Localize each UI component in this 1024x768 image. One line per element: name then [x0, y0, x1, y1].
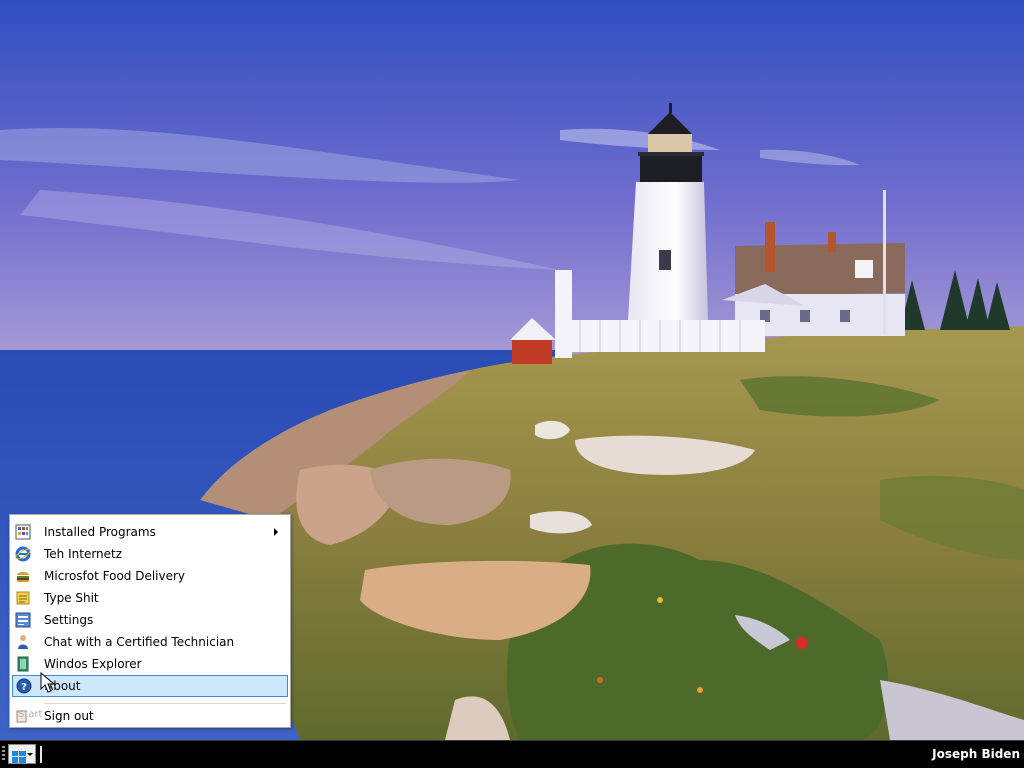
menu-item-label: Type Shit: [44, 591, 99, 605]
chevron-down-icon: [27, 753, 33, 756]
svg-text:?: ?: [21, 682, 27, 693]
menu-item-settings[interactable]: Settings: [12, 609, 288, 631]
help-icon: ?: [16, 678, 32, 694]
taskbar-divider: [40, 746, 42, 763]
menu-item-sign-out[interactable]: Sign out: [12, 705, 288, 727]
menu-item-teh-internetz[interactable]: Teh Internetz: [12, 543, 288, 565]
start-ghost-label: Start: [18, 709, 43, 720]
menu-item-label: Chat with a Certified Technician: [44, 635, 235, 649]
internet-explorer-icon: [15, 546, 31, 562]
settings-icon: [15, 612, 31, 628]
menu-item-label: Windos Explorer: [44, 657, 142, 671]
menu-item-type-shit[interactable]: Type Shit: [12, 587, 288, 609]
user-name[interactable]: Joseph Biden: [932, 747, 1020, 761]
taskbar: Joseph Biden: [0, 740, 1024, 768]
menu-item-label: Settings: [44, 613, 94, 627]
menu-item-label: Sign out: [44, 709, 94, 723]
start-menu: Installed Programs Teh Internetz Microsf…: [9, 514, 291, 728]
windows-logo-icon: [12, 748, 26, 763]
taskbar-grip[interactable]: [2, 746, 5, 762]
menu-item-label: Microsfot Food Delivery: [44, 569, 186, 583]
programs-icon: [15, 524, 31, 540]
burger-icon: [15, 568, 31, 584]
menu-separator: [44, 703, 286, 704]
menu-item-installed-programs[interactable]: Installed Programs: [12, 521, 288, 543]
notepad-icon: [15, 590, 31, 606]
menu-item-label: Installed Programs: [44, 525, 156, 539]
menu-item-microsfot-food-delivery[interactable]: Microsfot Food Delivery: [12, 565, 288, 587]
menu-item-label: Teh Internetz: [44, 547, 123, 561]
technician-icon: [15, 634, 31, 650]
submenu-arrow-icon: [274, 528, 278, 536]
mouse-cursor-icon: [40, 671, 56, 694]
start-button[interactable]: [8, 744, 36, 764]
menu-item-chat-technician[interactable]: Chat with a Certified Technician: [12, 631, 288, 653]
explorer-icon: [15, 656, 31, 672]
